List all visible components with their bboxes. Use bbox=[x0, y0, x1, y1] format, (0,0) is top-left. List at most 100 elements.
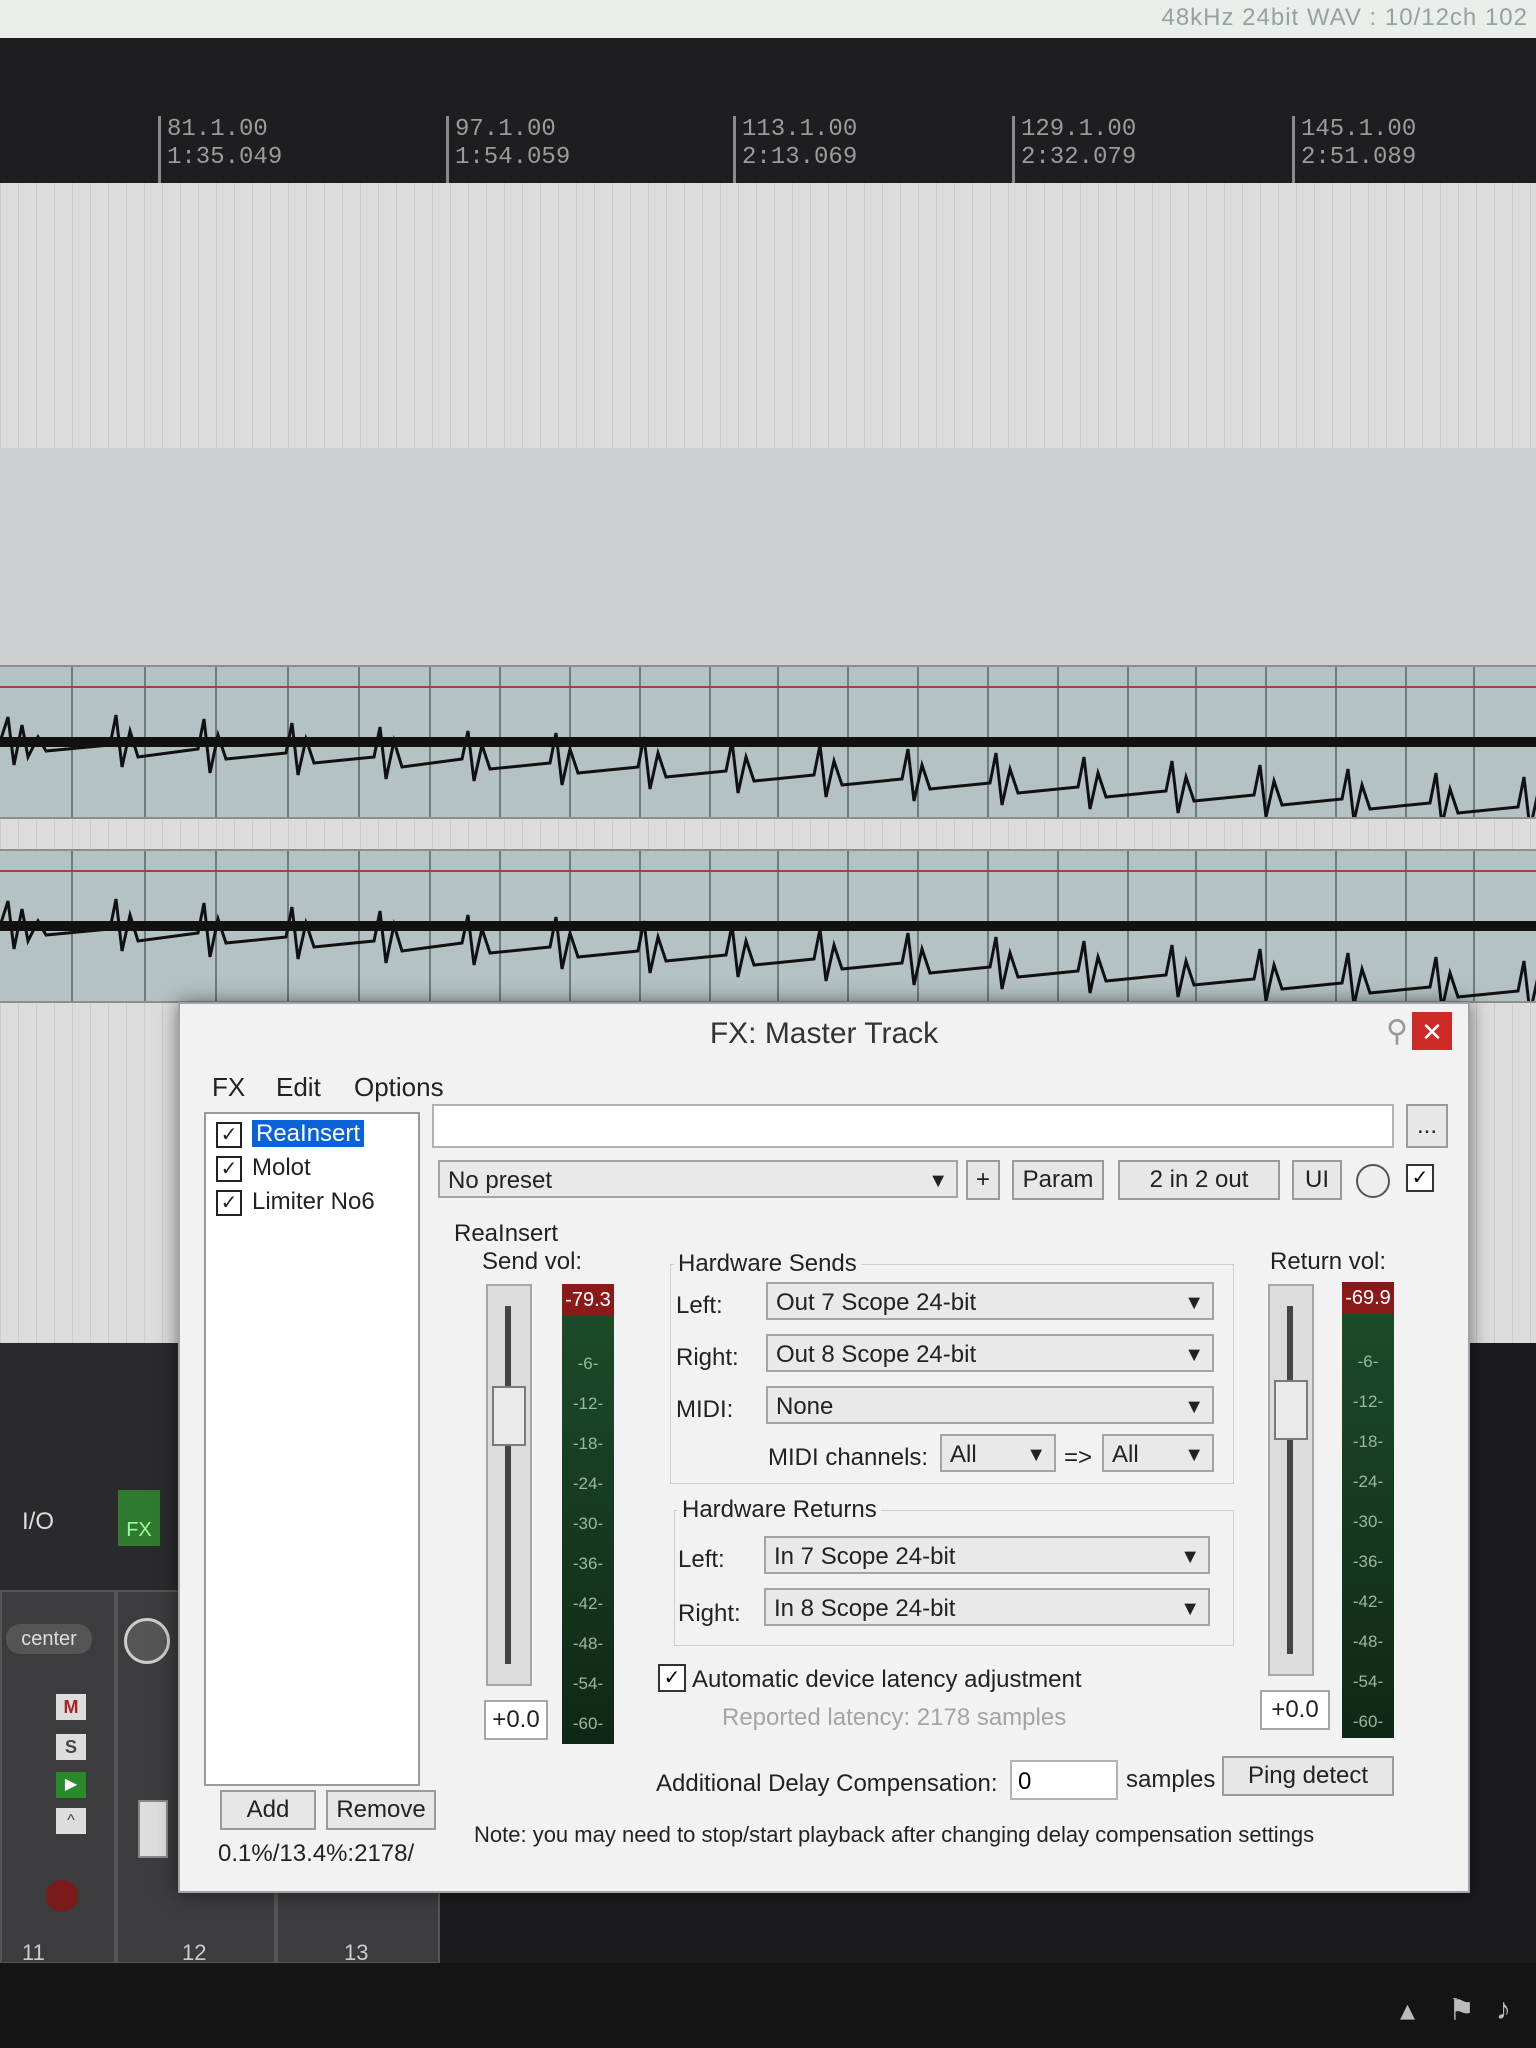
auto-latency-checkbox[interactable]: ✓ bbox=[658, 1664, 686, 1692]
play-icon[interactable]: ▶ bbox=[56, 1772, 86, 1798]
auto-latency-label: Automatic device latency adjustment bbox=[692, 1666, 1082, 1693]
chevron-up-icon[interactable]: ^ bbox=[56, 1808, 86, 1834]
chevron-down-icon: ▼ bbox=[1184, 1344, 1204, 1366]
midi-channel-out-value: All bbox=[1112, 1441, 1139, 1468]
send-right-label: Right: bbox=[676, 1344, 739, 1371]
close-button[interactable]: ✕ bbox=[1412, 1012, 1452, 1050]
chevron-down-icon: ▼ bbox=[1184, 1444, 1204, 1466]
return-vol-value[interactable]: +0.0 bbox=[1260, 1690, 1330, 1730]
return-right-dropdown[interactable]: In 8 Scope 24-bit ▼ bbox=[764, 1588, 1210, 1626]
hardware-returns-label: Hardware Returns bbox=[678, 1496, 881, 1524]
fx-item-label: Molot bbox=[252, 1154, 311, 1181]
send-peak-readout[interactable]: -79.3 bbox=[562, 1284, 614, 1316]
fx-button[interactable]: FX bbox=[118, 1490, 160, 1546]
fx-window: FX: Master Track ⚲ ✕ FX Edit Options ✓ Re… bbox=[178, 1002, 1470, 1893]
send-left-label: Left: bbox=[676, 1292, 723, 1319]
delay-comp-label: Additional Delay Compensation: bbox=[656, 1770, 998, 1797]
send-vol-value[interactable]: +0.0 bbox=[484, 1700, 548, 1740]
ui-button[interactable]: UI bbox=[1292, 1160, 1342, 1200]
audio-item-lane[interactable] bbox=[0, 849, 1536, 1003]
midi-label: MIDI: bbox=[676, 1396, 734, 1423]
audio-format-status: 48kHz 24bit WAV : 10/12ch 102 bbox=[1161, 4, 1528, 31]
chevron-down-icon: ▼ bbox=[928, 1170, 948, 1192]
delay-note: Note: you may need to stop/start playbac… bbox=[474, 1822, 1315, 1847]
plugin-name: ReaInsert bbox=[454, 1220, 559, 1247]
io-button[interactable]: I/O bbox=[22, 1508, 54, 1536]
pan-control[interactable]: center bbox=[6, 1624, 92, 1654]
fx-item-limiter[interactable]: ✓ Limiter No6 bbox=[216, 1188, 375, 1218]
chevron-up-icon[interactable]: ▴ bbox=[1400, 1993, 1415, 2028]
window-title[interactable]: FX: Master Track bbox=[180, 1004, 1468, 1064]
chevron-down-icon: ▼ bbox=[1180, 1546, 1200, 1568]
wet-knob-icon[interactable] bbox=[1356, 1164, 1390, 1198]
send-vol-fader[interactable] bbox=[486, 1284, 532, 1686]
pan-knob-icon[interactable] bbox=[124, 1618, 170, 1664]
menu-options[interactable]: Options bbox=[354, 1072, 444, 1103]
speaker-icon[interactable]: ♪ bbox=[1496, 1993, 1511, 2027]
fx-name-field[interactable] bbox=[432, 1104, 1394, 1148]
waveform-graphic bbox=[0, 851, 1536, 1001]
midi-value: None bbox=[776, 1393, 834, 1420]
samples-label: samples bbox=[1126, 1766, 1216, 1793]
fader-cap[interactable] bbox=[492, 1386, 526, 1446]
bypass-checkbox[interactable]: ✓ bbox=[1406, 1164, 1434, 1192]
fx-item-label: Limiter No6 bbox=[252, 1188, 375, 1215]
mute-button[interactable]: M bbox=[56, 1694, 86, 1720]
send-right-dropdown[interactable]: Out 8 Scope 24-bit ▼ bbox=[766, 1334, 1214, 1372]
chevron-down-icon: ▼ bbox=[1184, 1396, 1204, 1418]
send-vol-label: Send vol: bbox=[482, 1248, 583, 1275]
midi-channel-in-dropdown[interactable]: All ▼ bbox=[940, 1434, 1056, 1472]
return-right-value: In 8 Scope 24-bit bbox=[774, 1595, 956, 1622]
fx-item-reainsert[interactable]: ✓ ReaInsert bbox=[216, 1120, 365, 1150]
io-routing-button[interactable]: 2 in 2 out bbox=[1118, 1160, 1280, 1200]
more-button[interactable]: ... bbox=[1406, 1104, 1448, 1148]
remove-button[interactable]: Remove bbox=[326, 1790, 436, 1830]
ping-detect-button[interactable]: Ping detect bbox=[1222, 1756, 1394, 1796]
timeline-ruler[interactable]: 81.1.00 1:35.049 97.1.00 1:54.059 113.1.00… bbox=[0, 38, 1536, 216]
return-right-label: Right: bbox=[678, 1600, 741, 1627]
return-peak-readout[interactable]: -69.9 bbox=[1342, 1282, 1394, 1314]
pin-icon[interactable]: ⚲ bbox=[1386, 1014, 1408, 1049]
return-left-value: In 7 Scope 24-bit bbox=[774, 1543, 956, 1570]
menu-fx[interactable]: FX bbox=[212, 1072, 245, 1103]
taskbar: ▴ ⚑ ♪ bbox=[0, 1963, 1536, 2048]
return-vol-fader[interactable] bbox=[1268, 1284, 1314, 1676]
cpu-stats: 0.1%/13.4%:2178/ bbox=[218, 1840, 415, 1867]
midi-channels-label: MIDI channels: bbox=[768, 1444, 929, 1471]
record-arm-icon[interactable] bbox=[46, 1880, 78, 1912]
return-vol-label: Return vol: bbox=[1270, 1248, 1387, 1275]
fader-cap[interactable] bbox=[1274, 1380, 1308, 1440]
send-left-dropdown[interactable]: Out 7 Scope 24-bit ▼ bbox=[766, 1282, 1214, 1320]
preset-dropdown[interactable]: No preset ▼ bbox=[438, 1160, 958, 1198]
send-level-meter: -79.3 -6- -12- -18- -24- -30- -36- -42- … bbox=[562, 1284, 614, 1744]
fx-item-label: ReaInsert bbox=[252, 1120, 365, 1147]
enable-checkbox[interactable]: ✓ bbox=[216, 1155, 242, 1182]
return-left-label: Left: bbox=[678, 1546, 725, 1573]
hardware-sends-label: Hardware Sends bbox=[674, 1250, 861, 1278]
preset-value: No preset bbox=[448, 1167, 553, 1194]
volume-fader[interactable] bbox=[138, 1800, 168, 1858]
waveform-graphic bbox=[0, 667, 1536, 817]
project-status-bar: 48kHz 24bit WAV : 10/12ch 102 bbox=[0, 0, 1536, 38]
chevron-down-icon: ▼ bbox=[1184, 1292, 1204, 1314]
add-preset-button[interactable]: + bbox=[966, 1160, 1000, 1200]
param-button[interactable]: Param bbox=[1012, 1160, 1104, 1200]
return-left-dropdown[interactable]: In 7 Scope 24-bit ▼ bbox=[764, 1536, 1210, 1574]
enable-checkbox[interactable]: ✓ bbox=[216, 1121, 242, 1148]
midi-arrow-label: => bbox=[1064, 1444, 1093, 1471]
delay-comp-input[interactable]: 0 bbox=[1010, 1760, 1118, 1800]
midi-dropdown[interactable]: None ▼ bbox=[766, 1386, 1214, 1424]
fx-chain-list[interactable]: ✓ ReaInsert ✓ Molot ✓ Limiter No6 bbox=[204, 1112, 420, 1786]
send-left-value: Out 7 Scope 24-bit bbox=[776, 1289, 977, 1316]
enable-checkbox[interactable]: ✓ bbox=[216, 1189, 242, 1216]
midi-channel-out-dropdown[interactable]: All ▼ bbox=[1102, 1434, 1214, 1472]
solo-button[interactable]: S bbox=[56, 1734, 86, 1760]
fx-item-molot[interactable]: ✓ Molot bbox=[216, 1154, 311, 1184]
menu-bar: FX Edit Options bbox=[180, 1064, 1468, 1108]
send-right-value: Out 8 Scope 24-bit bbox=[776, 1341, 977, 1368]
audio-item-lane[interactable] bbox=[0, 665, 1536, 819]
chevron-down-icon: ▼ bbox=[1026, 1444, 1046, 1466]
menu-edit[interactable]: Edit bbox=[276, 1072, 321, 1103]
add-button[interactable]: Add bbox=[220, 1790, 316, 1830]
network-icon[interactable]: ⚑ bbox=[1448, 1993, 1475, 2028]
